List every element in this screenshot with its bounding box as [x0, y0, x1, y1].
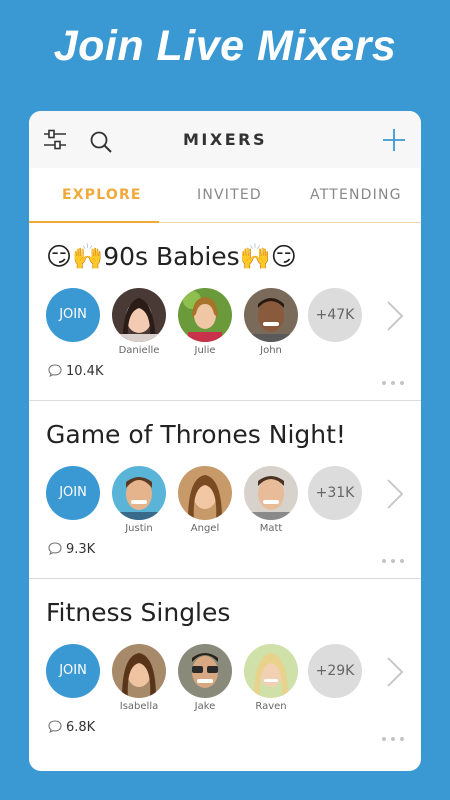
member-name: Justin — [125, 523, 153, 534]
member-name: John — [260, 345, 282, 356]
member[interactable]: John — [244, 288, 298, 356]
avatar — [112, 466, 166, 520]
member[interactable]: Raven — [244, 644, 298, 712]
mixer-members-row: JOIN Isabella Jake Raven +29K — [46, 644, 416, 724]
headline: Join Live Mixers — [53, 22, 397, 70]
comment-count[interactable]: 10.4K — [48, 364, 103, 379]
chevron-right-icon[interactable] — [386, 478, 404, 514]
mixer-title: 😏🙌90s Babies🙌😏 — [46, 242, 297, 271]
page-title: MIXERS — [183, 130, 267, 149]
member[interactable]: Justin — [112, 466, 166, 534]
comment-count-value: 10.4K — [66, 364, 104, 379]
member[interactable]: Matt — [244, 466, 298, 534]
more-members-count[interactable]: +29K — [308, 644, 362, 698]
avatar — [244, 288, 298, 342]
more-members-count[interactable]: +47K — [308, 288, 362, 342]
chevron-right-icon[interactable] — [386, 300, 404, 336]
plus-icon[interactable] — [382, 128, 406, 156]
mixers-card: MIXERS EXPLORE INVITED ATTENDING 😏🙌90s B… — [29, 111, 421, 771]
tab-bar: EXPLORE INVITED ATTENDING — [29, 168, 421, 223]
mixer-title: Game of Thrones Night! — [46, 420, 346, 449]
mixer-members-row: JOIN Danielle Julie John +47K — [46, 288, 416, 368]
avatar — [244, 466, 298, 520]
member[interactable]: Angel — [178, 466, 232, 534]
more-members-count[interactable]: +31K — [308, 466, 362, 520]
mixer-item[interactable]: Fitness Singles JOIN Isabella Jake Raven… — [29, 579, 421, 756]
tab-invited[interactable]: INVITED — [197, 187, 262, 203]
comment-icon — [48, 720, 62, 734]
comment-count-value: 9.3K — [66, 542, 96, 557]
join-button[interactable]: JOIN — [46, 466, 100, 520]
member[interactable]: Isabella — [112, 644, 166, 712]
tab-explore[interactable]: EXPLORE — [62, 187, 142, 203]
comment-count[interactable]: 6.8K — [48, 720, 95, 735]
member[interactable]: Julie — [178, 288, 232, 356]
mixer-members-row: JOIN Justin Angel Matt +31K — [46, 466, 416, 546]
mixer-title: Fitness Singles — [46, 598, 231, 627]
avatar — [178, 288, 232, 342]
member-name: Raven — [255, 701, 287, 712]
comment-icon — [48, 364, 62, 378]
mixer-item[interactable]: Game of Thrones Night! JOIN Justin Angel… — [29, 401, 421, 579]
mixer-item[interactable]: 😏🙌90s Babies🙌😏 JOIN Danielle Julie John … — [29, 223, 421, 401]
avatar — [112, 644, 166, 698]
chevron-right-icon[interactable] — [386, 656, 404, 692]
comment-icon — [48, 542, 62, 556]
comment-count-value: 6.8K — [66, 720, 96, 735]
avatar — [112, 288, 166, 342]
member-name: Danielle — [118, 345, 160, 356]
member-name: Isabella — [119, 701, 159, 712]
more-options-icon[interactable] — [381, 727, 405, 746]
comment-count[interactable]: 9.3K — [48, 542, 95, 557]
member-name: Angel — [190, 523, 220, 534]
tab-attending[interactable]: ATTENDING — [310, 187, 402, 203]
member[interactable]: Jake — [178, 644, 232, 712]
avatar — [244, 644, 298, 698]
more-options-icon[interactable] — [381, 371, 405, 390]
member-name: Jake — [194, 701, 216, 712]
avatar — [178, 466, 232, 520]
join-button[interactable]: JOIN — [46, 644, 100, 698]
member[interactable]: Danielle — [112, 288, 166, 356]
member-name: Matt — [259, 523, 283, 534]
more-options-icon[interactable] — [381, 549, 405, 568]
member-name: Julie — [194, 345, 216, 356]
join-button[interactable]: JOIN — [46, 288, 100, 342]
avatar — [178, 644, 232, 698]
top-bar: MIXERS — [29, 111, 421, 168]
